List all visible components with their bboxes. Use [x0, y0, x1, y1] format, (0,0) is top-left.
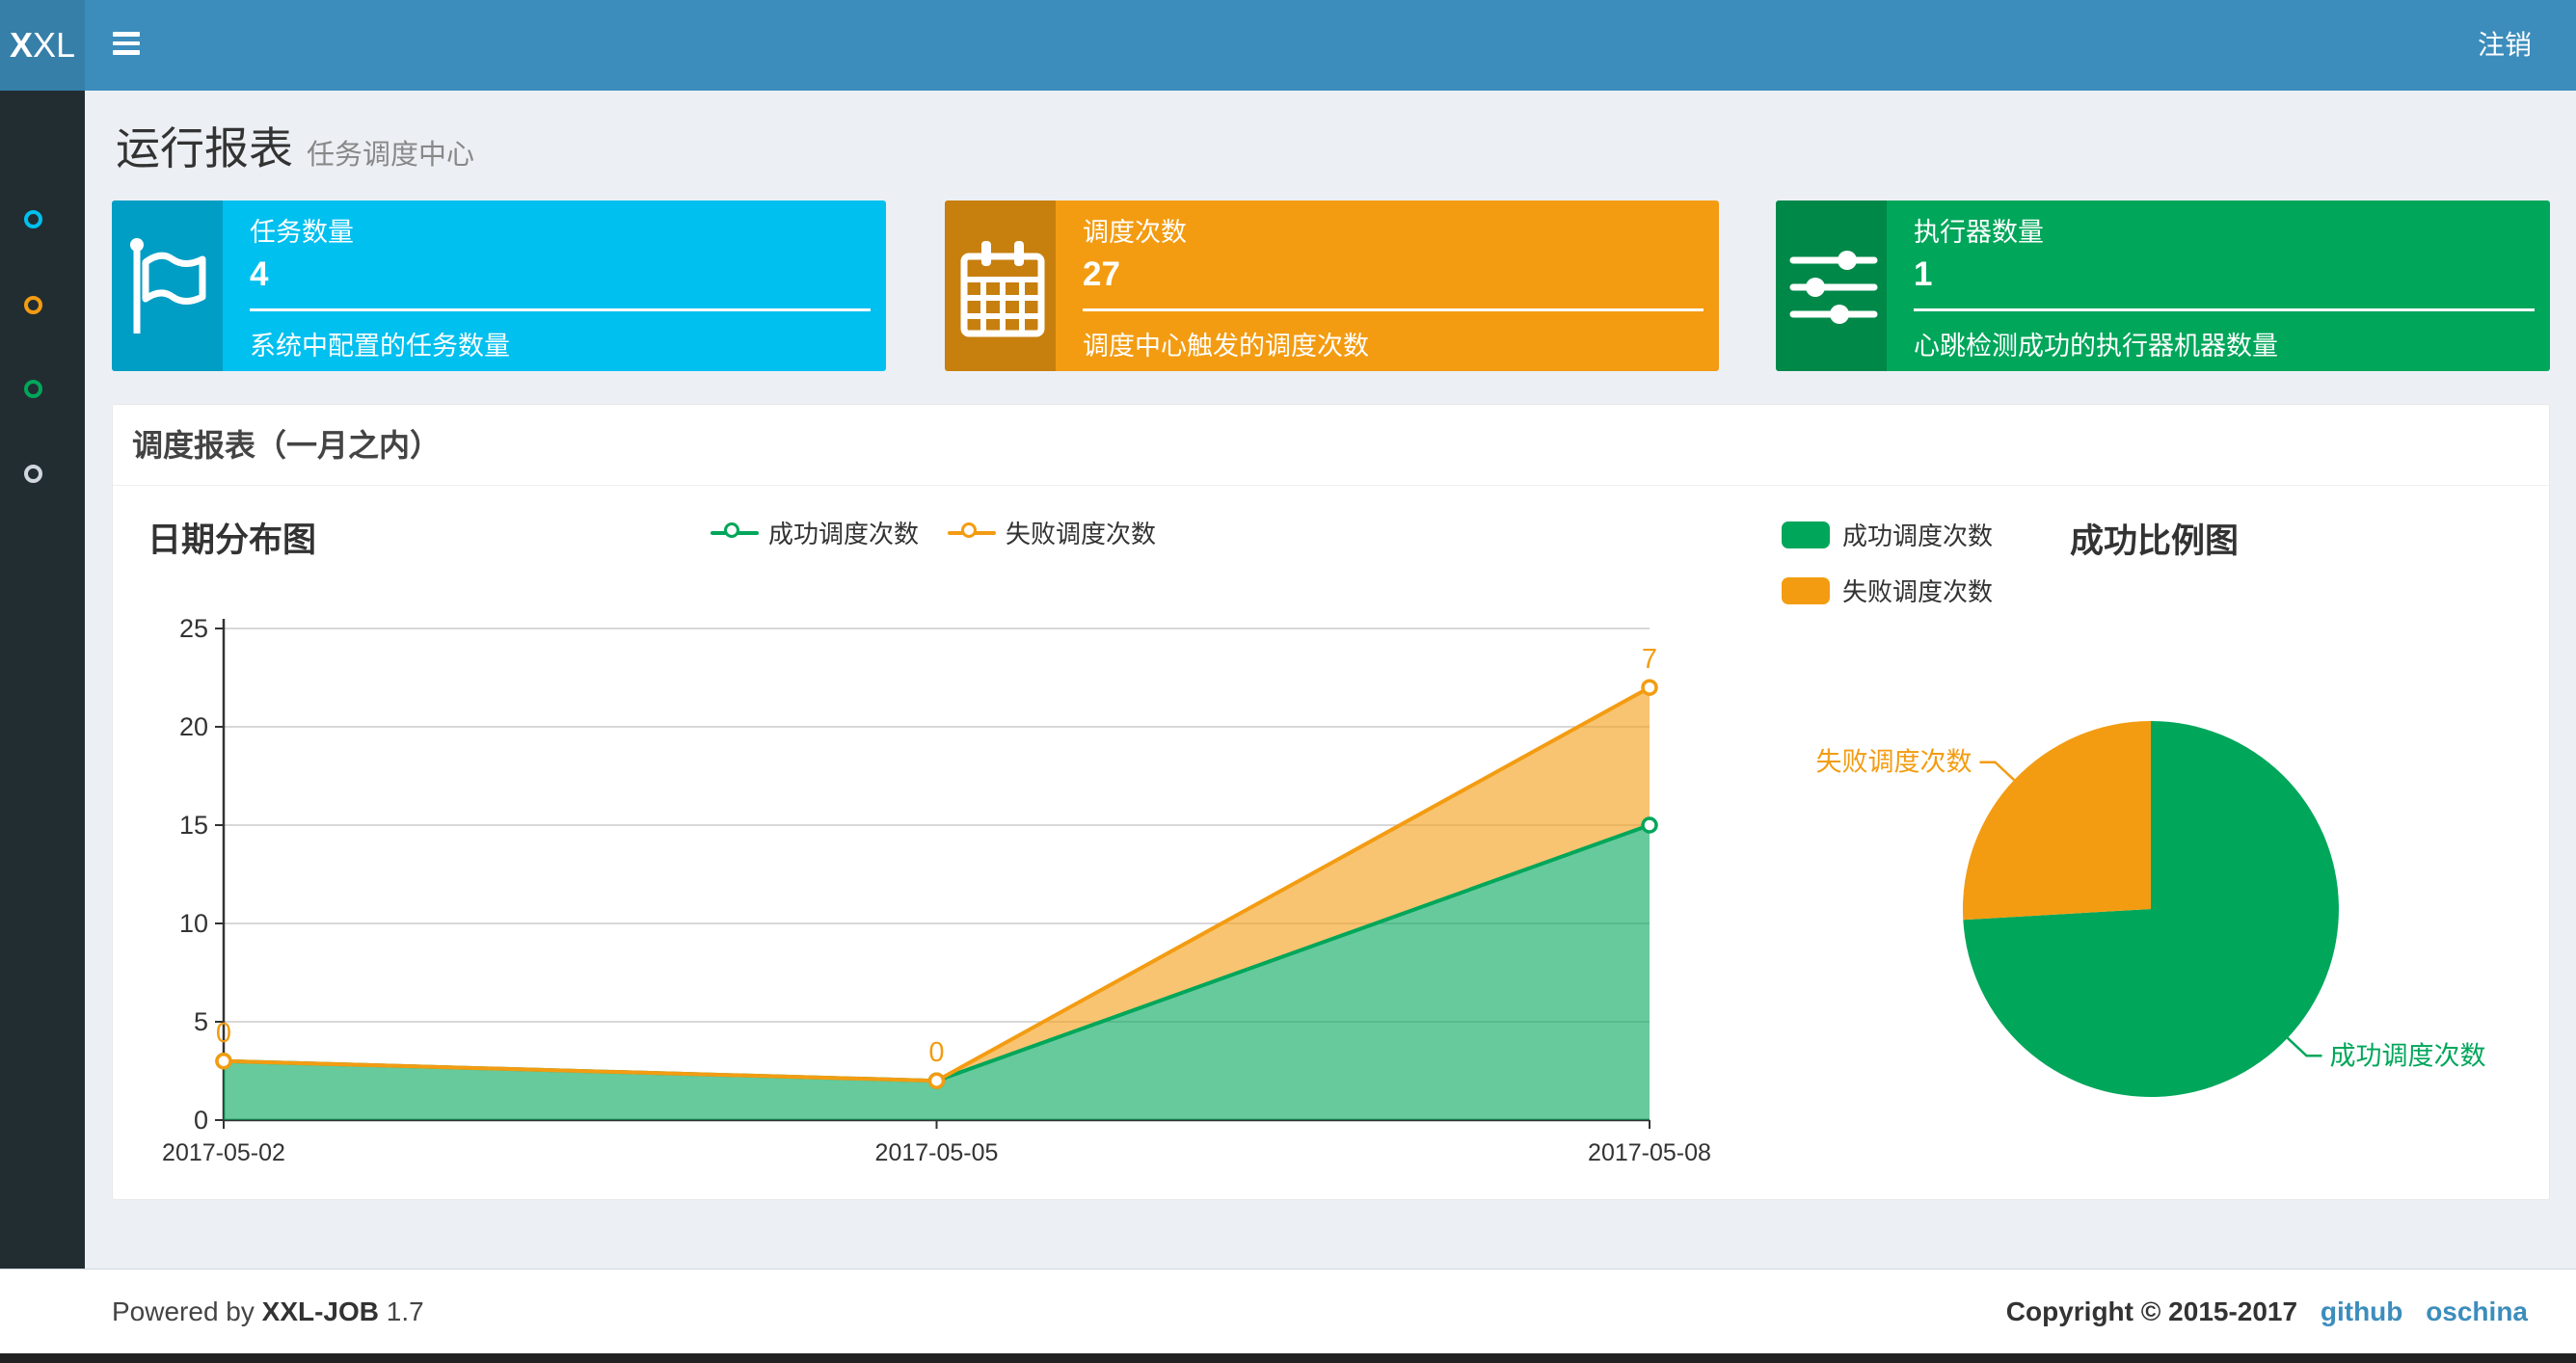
calendar-icon	[945, 200, 1056, 371]
info-box-description: 调度中心触发的调度次数	[1083, 332, 1369, 361]
legend-label: 成功调度次数	[1842, 521, 1994, 550]
app-logo-bold: X	[9, 25, 33, 65]
info-box-value: 1	[1914, 255, 1933, 293]
pie-chart-title: 成功比例图	[2070, 522, 2240, 560]
content-header: 运行报表 任务调度中心	[116, 114, 474, 177]
footer-powered-by: Powered by XXL-JOB 1.7	[112, 1296, 424, 1326]
point-value-label: 7	[1642, 644, 1657, 675]
legend-item-fail[interactable]: 失败调度次数	[948, 515, 1156, 550]
sidebar-item-circle-aqua[interactable]	[24, 210, 42, 228]
info-box-description: 心跳检测成功的执行器机器数量	[1914, 332, 2278, 361]
line-legend-marker-icon	[711, 521, 759, 546]
fail-point[interactable]	[215, 1053, 232, 1070]
footer-copyright: Copyright © 2015-2017	[2005, 1296, 2298, 1326]
oschina-link[interactable]: oschina	[2426, 1296, 2528, 1326]
report-panel: 调度报表（一月之内） 日期分布图 成功调度次数 失败调度次数 0 5 10 15 20 2…	[112, 404, 2550, 1200]
hamburger-icon	[113, 32, 140, 37]
sidebar-item-circle-gray[interactable]	[24, 465, 42, 483]
y-axis-label: 10	[179, 909, 208, 938]
y-axis-label: 5	[194, 1007, 208, 1036]
window-bottom-strip	[0, 1353, 2576, 1363]
pie-label-line	[1979, 761, 2016, 782]
logout-link[interactable]: 注销	[2478, 0, 2532, 91]
sidebar-toggle-button[interactable]	[113, 32, 142, 59]
legend-label: 失败调度次数	[1006, 520, 1157, 548]
date-distribution-chart: 05101520252017-05-02 2017-05-05 2017-05-08…	[162, 614, 1711, 1166]
pie-slice-label: 成功调度次数	[2329, 1041, 2485, 1070]
flag-icon	[112, 200, 223, 371]
github-link[interactable]: github	[2321, 1296, 2403, 1326]
fail-point[interactable]	[1641, 679, 1658, 696]
y-axis-label: 25	[179, 614, 208, 643]
point-value-label: 0	[216, 1018, 231, 1049]
divider	[1914, 308, 2535, 311]
panel-header: 调度报表（一月之内）	[113, 405, 2549, 486]
pie-legend-swatch-icon	[1782, 521, 1830, 548]
page-title: 运行报表	[116, 123, 293, 174]
legend-item-success[interactable]: 成功调度次数	[1782, 517, 1993, 552]
sidebar-item-circle-green[interactable]	[24, 380, 42, 398]
fail-point[interactable]	[927, 1072, 946, 1089]
info-box-label: 任务数量	[250, 218, 354, 247]
line-chart-title: 日期分布图	[148, 521, 317, 559]
divider	[1083, 308, 1704, 311]
y-axis-label: 20	[179, 712, 208, 741]
success-point[interactable]	[1641, 816, 1658, 834]
success-ratio-pie-chart: 成功调度次数 失败调度次数	[1816, 721, 2485, 1097]
info-box-value: 27	[1083, 255, 1120, 293]
pie-slice-label: 失败调度次数	[1816, 748, 1972, 777]
top-navbar: XXL 注销	[0, 0, 2576, 91]
info-box-value: 4	[250, 255, 269, 293]
pie-slice[interactable]	[1962, 721, 2151, 921]
xxl-job-dashboard: XXL 注销 运行报表 任务调度中心 任务数量 4 系统中配置的任务数量 调度次…	[0, 0, 2576, 1363]
info-box-executor-count: 执行器数量 1 心跳检测成功的执行器机器数量	[1776, 200, 2550, 371]
app-logo[interactable]: XXL	[0, 0, 85, 91]
info-box-label: 调度次数	[1083, 218, 1187, 247]
info-box-task-count: 任务数量 4 系统中配置的任务数量	[112, 200, 886, 371]
x-axis-label: 2017-05-02	[162, 1139, 285, 1166]
panel-title: 调度报表（一月之内）	[132, 428, 442, 463]
app-logo-rest: XL	[32, 25, 76, 65]
divider	[250, 308, 871, 311]
legend-label: 成功调度次数	[768, 520, 920, 548]
page-subtitle: 任务调度中心	[307, 140, 475, 171]
sidebar-item-circle-orange[interactable]	[24, 296, 42, 314]
footer-right: Copyright © 2015-2017 github oschina	[2006, 1296, 2528, 1327]
footer-version: 1.7	[386, 1296, 424, 1326]
info-box-label: 执行器数量	[1914, 218, 2044, 247]
line-chart-legend: 成功调度次数 失败调度次数	[711, 515, 1156, 550]
x-axis-label: 2017-05-08	[1588, 1139, 1711, 1166]
x-axis-label: 2017-05-05	[875, 1139, 999, 1166]
y-axis-label: 15	[179, 811, 208, 840]
sliders-icon	[1776, 200, 1887, 371]
point-value-label: 0	[928, 1037, 944, 1068]
y-axis-label: 0	[194, 1106, 208, 1135]
info-box-description: 系统中配置的任务数量	[250, 332, 510, 361]
info-box-trigger-count: 调度次数 27 调度中心触发的调度次数	[945, 200, 1719, 371]
footer-product: XXL-JOB	[261, 1296, 380, 1326]
line-legend-marker-icon	[948, 521, 997, 546]
sidebar	[0, 91, 85, 1353]
legend-item-success[interactable]: 成功调度次数	[711, 515, 919, 550]
footer: Powered by XXL-JOB 1.7 Copyright © 2015-…	[0, 1269, 2576, 1353]
pie-label-line	[2286, 1036, 2322, 1057]
